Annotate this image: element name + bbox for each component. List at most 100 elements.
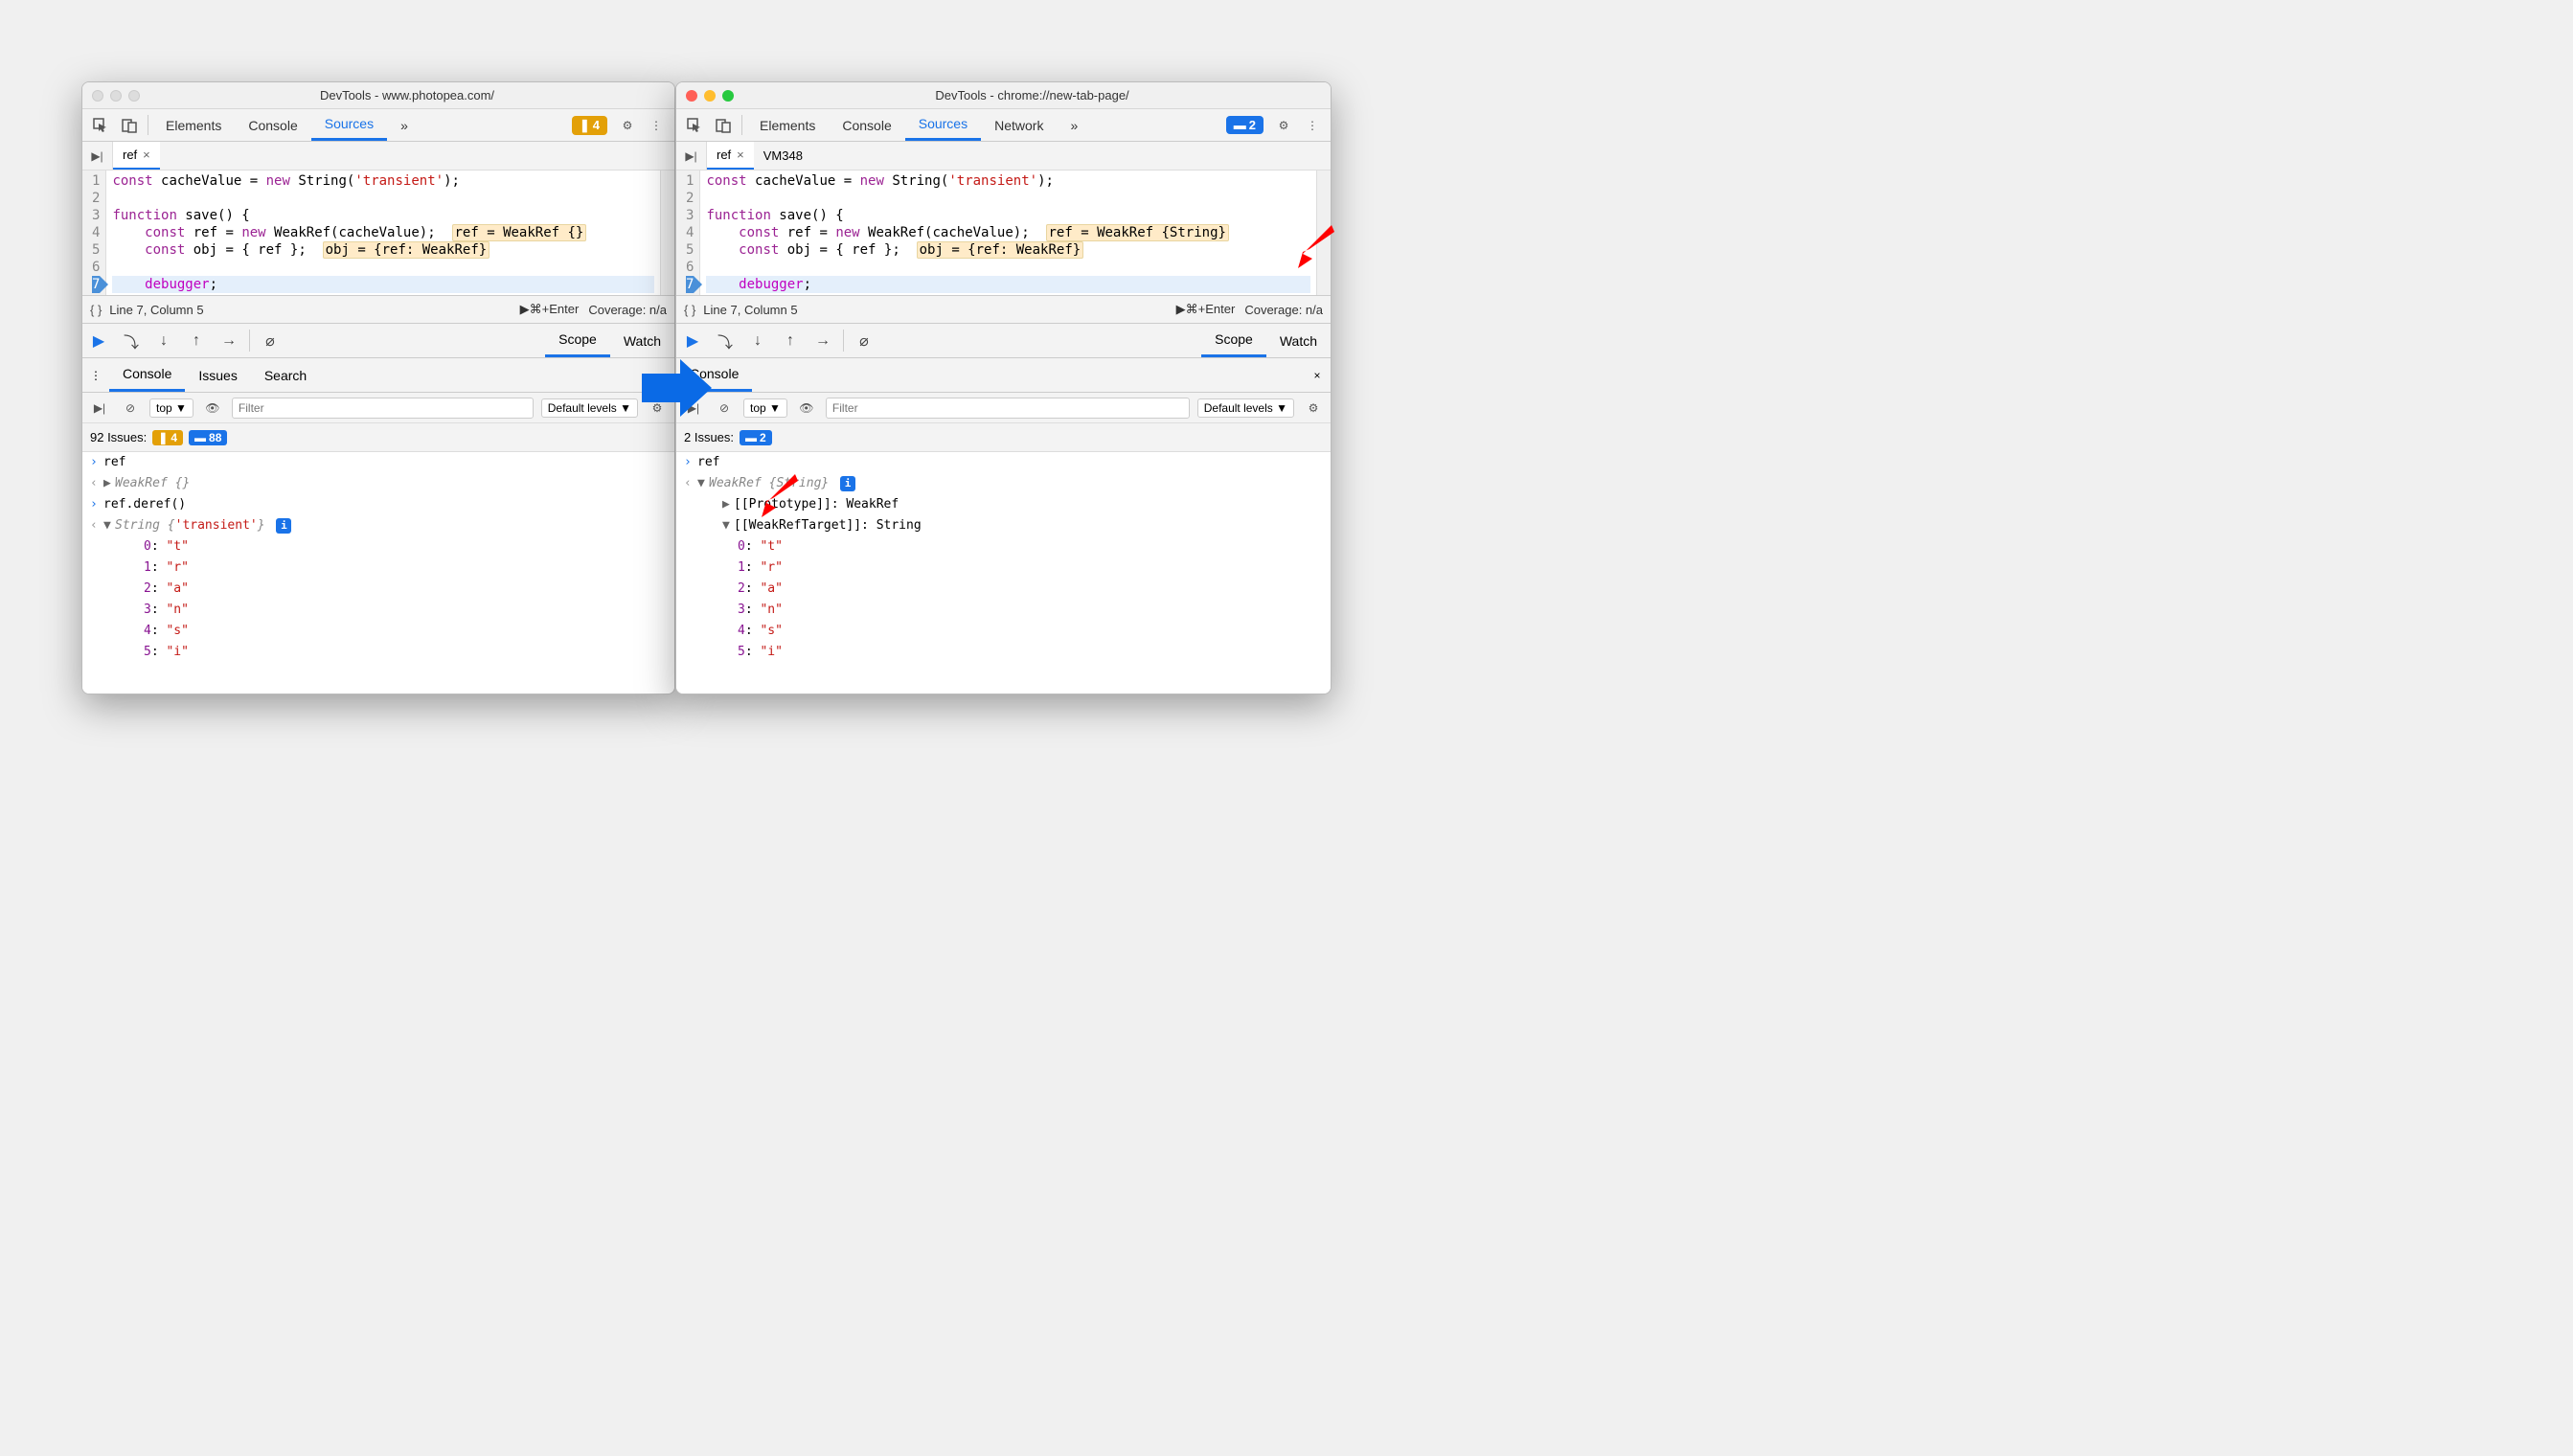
annotation-arrow-console [752,469,800,522]
step-icon[interactable]: → [807,324,839,357]
console-gear-icon[interactable]: ⚙ [1302,401,1325,415]
devtools-window-left: DevTools - www.photopea.com/ Elements Co… [81,81,675,694]
code-editor[interactable]: 1234567 const cacheValue = new String('t… [676,171,1331,295]
close-icon[interactable]: × [737,148,744,162]
tab-elements[interactable]: Elements [152,109,235,141]
navigator-toggle-icon[interactable]: ▶| [82,142,113,170]
editor-statusbar: { } Line 7, Column 5 ▶ ⌘+Enter Coverage:… [676,295,1331,324]
min-dot[interactable] [704,90,716,102]
clear-icon[interactable]: ⊘ [119,401,142,415]
gear-icon[interactable]: ⚙ [1269,109,1298,141]
levels-select[interactable]: Default levels ▼ [1197,398,1294,418]
clear-icon[interactable]: ⊘ [713,401,736,415]
drawer-tab-issues[interactable]: Issues [185,358,250,392]
inspect-icon[interactable] [86,109,115,141]
file-tab-vm[interactable]: VM348 [754,142,812,170]
max-dot[interactable] [722,90,734,102]
tab-console[interactable]: Console [235,109,310,141]
console-output[interactable]: ›ref‹▶WeakRef {}›ref.deref()‹▼String {'t… [82,452,674,694]
step-over-icon[interactable]: ⤵ [709,324,741,357]
deactivate-bp-icon[interactable]: ⌀ [848,324,880,357]
run-shortcut: ⌘+Enter [530,302,580,317]
max-dot[interactable] [128,90,140,102]
close-drawer-icon[interactable]: × [1304,358,1331,392]
pretty-print-icon[interactable]: { } [684,303,695,317]
issues-bar: 92 Issues: ❚ 4 ▬ 88 [82,423,674,452]
file-tab-label: ref [717,148,731,162]
file-tab-ref[interactable]: ref × [707,142,754,170]
traffic-lights [686,90,734,102]
scope-tab[interactable]: Scope [545,324,610,357]
titlebar: DevTools - www.photopea.com/ [82,82,674,109]
issues-label: 92 Issues: [90,430,147,444]
step-into-icon[interactable]: ↓ [741,324,774,357]
tab-network[interactable]: Network [981,109,1057,141]
step-out-icon[interactable]: ↑ [180,324,213,357]
code-editor[interactable]: 1234567 const cacheValue = new String('t… [82,171,674,295]
context-select[interactable]: top ▼ [743,398,787,418]
gear-icon[interactable]: ⚙ [613,109,642,141]
drawer-tab-search[interactable]: Search [251,358,320,392]
main-tabbar: Elements Console Sources Network » ▬ 2 ⚙… [676,109,1331,142]
resume-icon[interactable]: ▶ [82,324,115,357]
step-into-icon[interactable]: ↓ [148,324,180,357]
live-expr-icon[interactable]: 👁 [795,401,818,415]
pretty-print-icon[interactable]: { } [90,303,102,317]
traffic-lights [92,90,140,102]
file-tab-ref[interactable]: ref × [113,142,160,170]
show-sidebar-icon[interactable]: ▶| [88,401,111,415]
step-out-icon[interactable]: ↑ [774,324,807,357]
close-dot[interactable] [686,90,697,102]
device-icon[interactable] [709,109,738,141]
kebab-icon[interactable]: ⋮ [642,109,671,141]
drawer-menu-icon[interactable]: ⋮ [82,358,109,392]
context-select[interactable]: top ▼ [149,398,194,418]
resume-icon[interactable]: ▶ [676,324,709,357]
file-tabbar: ▶| ref × VM348 [676,142,1331,171]
annotation-arrow-top-right [1288,220,1336,273]
step-icon[interactable]: → [213,324,245,357]
scrollbar[interactable] [660,171,674,295]
tab-sources[interactable]: Sources [905,109,981,141]
issues-label: 2 Issues: [684,430,734,444]
warn-badge[interactable]: ❚ 4 [572,116,607,135]
info-badge[interactable]: ▬ 2 [1226,116,1264,134]
inspect-icon[interactable] [680,109,709,141]
drawer-tab-console[interactable]: Console [109,358,185,392]
levels-select[interactable]: Default levels ▼ [541,398,638,418]
close-icon[interactable]: × [143,148,150,162]
watch-tab[interactable]: Watch [610,324,674,357]
close-dot[interactable] [92,90,103,102]
run-icon[interactable]: ▶ [520,302,530,317]
console-toolbar: ▶| ⊘ top ▼ 👁 Default levels ▼ ⚙ [82,393,674,423]
info-mini-badge[interactable]: ▬ 88 [189,430,227,445]
deactivate-bp-icon[interactable]: ⌀ [254,324,286,357]
more-tabs[interactable]: » [387,109,421,141]
more-tabs[interactable]: » [1057,109,1091,141]
tab-elements[interactable]: Elements [746,109,829,141]
filter-input[interactable] [232,398,534,419]
coverage-label: Coverage: n/a [1244,303,1323,317]
device-icon[interactable] [115,109,144,141]
file-tabbar: ▶| ref × [82,142,674,171]
console-toolbar: ▶| ⊘ top ▼ 👁 Default levels ▼ ⚙ [676,393,1331,423]
drawer-tabbar: Console × [676,358,1331,393]
kebab-icon[interactable]: ⋮ [1298,109,1327,141]
tab-sources[interactable]: Sources [311,109,387,141]
min-dot[interactable] [110,90,122,102]
run-icon[interactable]: ▶ [1176,302,1186,317]
tab-console[interactable]: Console [829,109,904,141]
info-mini-badge[interactable]: ▬ 2 [740,430,772,445]
issues-bar: 2 Issues: ▬ 2 [676,423,1331,452]
step-over-icon[interactable]: ⤵ [115,324,148,357]
filter-input[interactable] [826,398,1190,419]
watch-tab[interactable]: Watch [1266,324,1331,357]
live-expr-icon[interactable]: 👁 [201,401,224,415]
navigator-toggle-icon[interactable]: ▶| [676,142,707,170]
main-tabbar: Elements Console Sources » ❚ 4 ⚙ ⋮ [82,109,674,142]
annotation-arrow-middle [637,354,714,421]
cursor-pos: Line 7, Column 5 [703,303,797,317]
warn-mini-badge[interactable]: ❚ 4 [152,430,183,445]
scope-tab[interactable]: Scope [1201,324,1266,357]
editor-statusbar: { } Line 7, Column 5 ▶ ⌘+Enter Coverage:… [82,295,674,324]
